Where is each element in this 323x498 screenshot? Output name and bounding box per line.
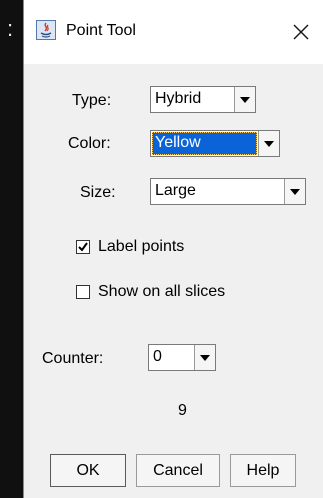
label-points-checkbox[interactable]: Label points (76, 238, 184, 256)
show-all-slices-checkbox[interactable]: Show on all slices (76, 283, 225, 301)
label-points-label: Label points (98, 238, 185, 255)
counter-label: Counter: (42, 350, 104, 367)
color-label: Color: (68, 135, 111, 152)
color-dropdown[interactable]: Yellow (150, 130, 280, 157)
size-dropdown[interactable]: Large (150, 178, 306, 205)
count-value: 9 (178, 402, 187, 419)
size-value: Large (155, 182, 196, 199)
checkmark-icon (78, 242, 88, 252)
background-colon: : (7, 16, 14, 41)
chevron-down-icon (258, 131, 279, 156)
color-value: Yellow (152, 132, 257, 155)
type-value: Hybrid (155, 90, 202, 107)
label-points-box[interactable] (76, 240, 90, 254)
title-bar[interactable]: Point Tool (24, 0, 323, 64)
window-title: Point Tool (66, 22, 136, 39)
type-label: Type: (72, 92, 112, 109)
java-icon (36, 20, 56, 40)
help-button[interactable]: Help (230, 454, 296, 487)
close-button[interactable] (278, 12, 323, 52)
chevron-down-icon (194, 345, 215, 370)
chevron-down-icon (284, 179, 305, 204)
point-tool-dialog: Point Tool Type: Hybrid Color: Yellow Si… (23, 0, 323, 498)
show-all-slices-label: Show on all slices (98, 283, 226, 300)
size-label: Size: (80, 184, 116, 201)
counter-value: 0 (153, 348, 162, 365)
chevron-down-icon (234, 87, 255, 112)
show-all-slices-box[interactable] (76, 285, 90, 299)
close-icon (293, 24, 309, 40)
ok-button[interactable]: OK (50, 454, 126, 487)
type-dropdown[interactable]: Hybrid (150, 86, 256, 113)
cancel-button[interactable]: Cancel (136, 454, 220, 487)
counter-dropdown[interactable]: 0 (148, 344, 216, 371)
